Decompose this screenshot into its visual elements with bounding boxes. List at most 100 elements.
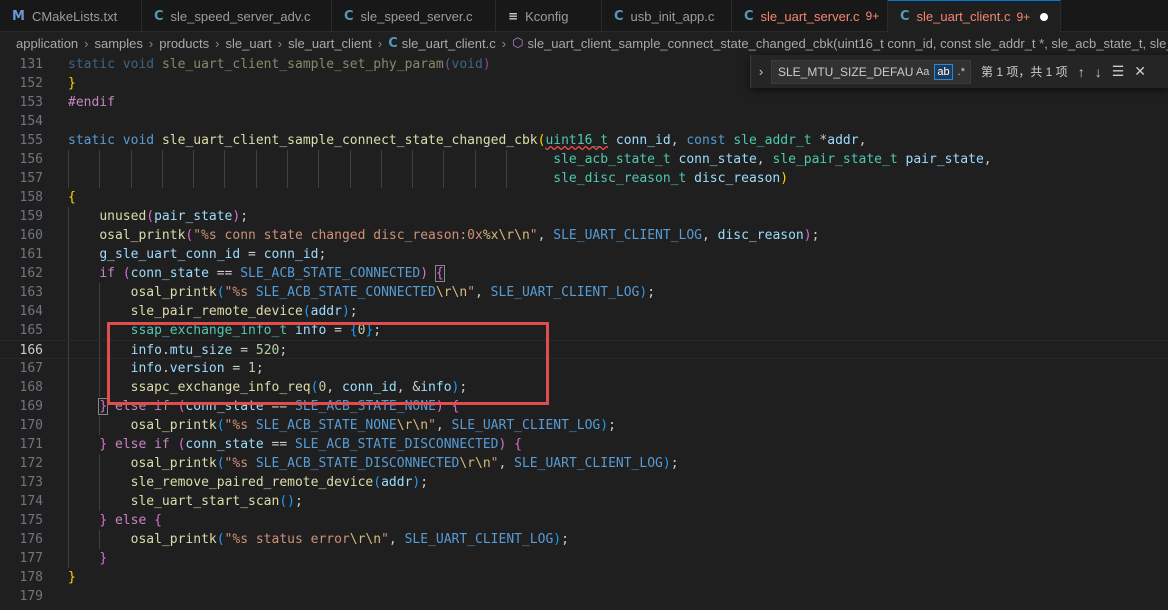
code-text[interactable]: { [68, 188, 76, 207]
code-text[interactable]: } else if (conn_state == SLE_ACB_STATE_D… [68, 435, 522, 454]
code-text[interactable]: ssap_exchange_info_t info = {0}; [68, 321, 381, 340]
tab-label: usb_init_app.c [630, 8, 715, 24]
code-text[interactable]: osal_printk("%s conn state changed disc_… [68, 226, 819, 245]
code-text[interactable]: sle_disc_reason_t disc_reason) [68, 169, 788, 188]
code-text[interactable]: } else if (conn_state == SLE_ACB_STATE_N… [68, 397, 459, 416]
whole-word-toggle[interactable]: ab [934, 63, 953, 80]
code-line[interactable]: 158 { [0, 188, 1168, 207]
line-number: 170 [19, 418, 43, 433]
code-text[interactable]: sle_pair_remote_device(addr); [68, 302, 358, 321]
code-line[interactable]: 171 } else if (conn_state == SLE_ACB_STA… [0, 435, 1168, 454]
tab-cmakelists-txt[interactable]: M CMakeLists.txt [0, 0, 142, 32]
code-text[interactable]: } [68, 74, 76, 93]
line-number: 152 [19, 76, 43, 91]
line-number: 154 [19, 114, 43, 129]
code-line[interactable]: 168 ssapc_exchange_info_req(0, conn_id, … [0, 378, 1168, 397]
c-file-icon: C [388, 35, 398, 51]
find-in-selection-lines-icon[interactable]: ☰ [1112, 63, 1125, 80]
code-text[interactable]: info.mtu_size = 520; [68, 341, 288, 360]
code-text[interactable]: static void sle_uart_client_sample_set_p… [68, 55, 491, 74]
tab-sle-speed-server-c[interactable]: Csle_speed_server.c [332, 0, 496, 32]
code-line[interactable]: 157 sle_disc_reason_t disc_reason) [0, 169, 1168, 188]
breadcrumb-item[interactable]: sle_uart_client [288, 36, 372, 51]
code-text[interactable]: g_sle_uart_conn_id = conn_id; [68, 245, 326, 264]
code-line[interactable]: 170 osal_printk("%s SLE_ACB_STATE_NONE\r… [0, 416, 1168, 435]
code-line[interactable]: 162 if (conn_state == SLE_ACB_STATE_CONN… [0, 264, 1168, 283]
breadcrumb-symbol[interactable]: sle_uart_client_sample_connect_state_cha… [527, 36, 1168, 51]
tab-label: Kconfig [525, 8, 569, 24]
code-text[interactable]: } [68, 568, 76, 587]
code-text[interactable]: ssapc_exchange_info_req(0, conn_id, &inf… [68, 378, 468, 397]
code-line[interactable]: 175 } else { [0, 511, 1168, 530]
code-line[interactable]: 161 g_sle_uart_conn_id = conn_id; [0, 245, 1168, 264]
regex-toggle[interactable]: .* [956, 65, 967, 79]
match-case-toggle[interactable]: Aa [914, 65, 931, 79]
code-line[interactable]: 177 } [0, 549, 1168, 568]
breadcrumb-item[interactable]: products [159, 36, 209, 51]
code-line[interactable]: 156 sle_acb_state_t conn_state, sle_pair… [0, 150, 1168, 169]
code-text[interactable]: static void sle_uart_client_sample_conne… [68, 131, 866, 150]
breadcrumb-item[interactable]: samples [95, 36, 143, 51]
find-input-value[interactable]: SLE_MTU_SIZE_DEFAULT [778, 65, 914, 79]
code-text[interactable]: info.version = 1; [68, 359, 264, 378]
code-line[interactable]: 176 osal_printk("%s status error\r\n", S… [0, 530, 1168, 549]
code-text[interactable]: sle_acb_state_t conn_state, sle_pair_sta… [68, 150, 991, 169]
unsaved-dot-icon[interactable] [1040, 12, 1049, 21]
code-line[interactable]: 160 osal_printk("%s conn state changed d… [0, 226, 1168, 245]
tab-usb-init-app-c[interactable]: Cusb_init_app.c [602, 0, 732, 32]
code-text[interactable]: if (conn_state == SLE_ACB_STATE_CONNECTE… [68, 264, 445, 283]
code-line[interactable]: 153 #endif [0, 93, 1168, 112]
code-line[interactable]: 159 unused(pair_state); [0, 207, 1168, 226]
code-text[interactable]: sle_remove_paired_remote_device(addr); [68, 473, 428, 492]
tab-sle-uart-client-c[interactable]: Csle_uart_client.c 9+ [888, 0, 1061, 32]
line-number: 161 [19, 247, 43, 262]
code-line[interactable]: 169 } else if (conn_state == SLE_ACB_STA… [0, 397, 1168, 416]
chevron-right-icon: › [377, 35, 383, 51]
line-number: 163 [19, 285, 43, 300]
code-editor[interactable]: 131 static void sle_uart_client_sample_se… [0, 54, 1168, 610]
code-line[interactable]: 167 info.version = 1; [0, 359, 1168, 378]
tab-kconfig[interactable]: ≡ Kconfig [496, 0, 602, 32]
code-line[interactable]: 166 info.mtu_size = 520; [0, 340, 1168, 360]
breadcrumb-item[interactable]: sle_uart [225, 36, 271, 51]
next-match-arrow-down-icon[interactable]: ↓ [1095, 64, 1102, 80]
find-input[interactable]: SLE_MTU_SIZE_DEFAULT Aa ab .* [771, 59, 971, 84]
code-line[interactable]: 164 sle_pair_remote_device(addr); [0, 302, 1168, 321]
code-text[interactable]: sle_uart_start_scan(); [68, 492, 303, 511]
code-line[interactable]: 178} [0, 568, 1168, 587]
toggle-replace-chevron-icon[interactable]: › [751, 64, 771, 79]
close-icon[interactable]: ✕ [1134, 63, 1146, 80]
code-text[interactable]: unused(pair_state); [68, 207, 248, 226]
c-file-icon: C [614, 8, 624, 24]
breadcrumb-file[interactable]: sle_uart_client.c [402, 36, 496, 51]
code-text[interactable]: } else { [68, 511, 162, 530]
code-text[interactable]: } [68, 549, 107, 568]
line-number: 157 [19, 171, 43, 186]
code-line[interactable]: 165 ssap_exchange_info_t info = {0}; [0, 321, 1168, 340]
breadcrumb-item[interactable]: application [16, 36, 78, 51]
code-text[interactable]: #endif [68, 93, 115, 112]
code-text[interactable]: osal_printk("%s status error\r\n", SLE_U… [68, 530, 569, 549]
code-line[interactable]: 155 static void sle_uart_client_sample_co… [0, 131, 1168, 150]
code-text[interactable]: osal_printk("%s SLE_ACB_STATE_NONE\r\n",… [68, 416, 616, 435]
code-line[interactable]: 179 [0, 587, 1168, 606]
tab-sle-speed-server-adv-c[interactable]: Csle_speed_server_adv.c [142, 0, 332, 32]
code-line[interactable]: 172 osal_printk("%s SLE_ACB_STATE_DISCON… [0, 454, 1168, 473]
c-file-icon: C [154, 8, 164, 24]
editor-tab-bar: M CMakeLists.txt Csle_speed_server_adv.c Cs… [0, 0, 1168, 32]
code-text[interactable]: osal_printk("%s SLE_ACB_STATE_CONNECTED\… [68, 283, 655, 302]
previous-match-arrow-up-icon[interactable]: ↑ [1078, 64, 1085, 80]
code-line[interactable]: 163 osal_printk("%s SLE_ACB_STATE_CONNEC… [0, 283, 1168, 302]
tab-label: sle_uart_client.c [916, 9, 1011, 24]
code-line[interactable]: 173 sle_remove_paired_remote_device(addr… [0, 473, 1168, 492]
tab-label: CMakeLists.txt [31, 8, 118, 24]
code-line[interactable]: 154 [0, 112, 1168, 131]
code-line[interactable]: 174 sle_uart_start_scan(); [0, 492, 1168, 511]
line-number: 168 [19, 380, 43, 395]
chevron-right-icon: › [84, 35, 89, 51]
code-text[interactable]: osal_printk("%s SLE_ACB_STATE_DISCONNECT… [68, 454, 679, 473]
tab-sle-uart-server-c[interactable]: Csle_uart_server.c 9+ [732, 0, 888, 32]
line-number: 178 [19, 570, 43, 585]
function-symbol-icon: ⬡ [512, 35, 524, 50]
config-file-icon: ≡ [508, 9, 519, 23]
